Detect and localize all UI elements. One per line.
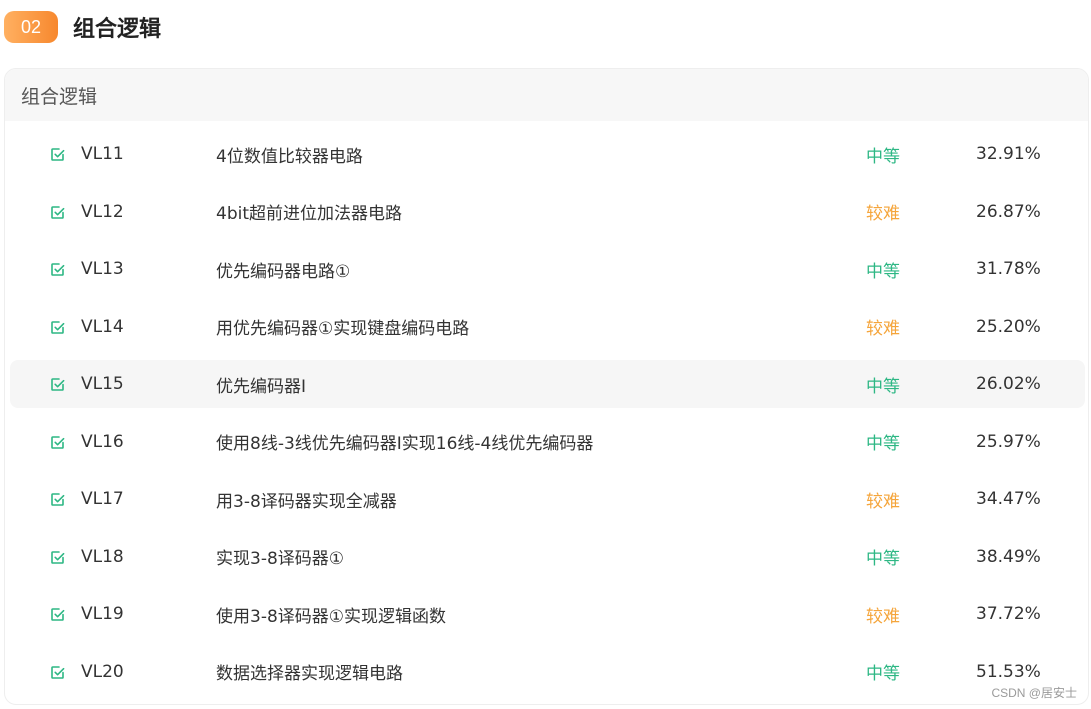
pass-rate: 34.47% xyxy=(976,489,1041,509)
problem-row[interactable]: VL17 用3-8译码器实现全减器 较难 34.47% xyxy=(10,475,1085,523)
problem-code: VL12 xyxy=(81,201,124,222)
page: 02 组合逻辑 组合逻辑 VL11 4位数值比较器电路 中等 32.91% VL… xyxy=(0,0,1091,709)
checked-icon xyxy=(50,360,70,408)
difficulty-label: 中等 xyxy=(866,376,900,397)
checked-icon xyxy=(50,590,70,638)
problem-code: VL20 xyxy=(81,661,124,682)
checked-icon xyxy=(50,533,70,581)
difficulty-label: 中等 xyxy=(866,146,900,167)
watermark: CSDN @居安士 xyxy=(991,686,1077,700)
problem-title-link[interactable]: 实现3-8译码器① xyxy=(216,533,344,581)
problem-code: VL19 xyxy=(81,604,124,624)
problem-row[interactable]: VL19 使用3-8译码器①实现逻辑函数 较难 37.72% xyxy=(10,590,1085,638)
problem-code: VL15 xyxy=(81,374,124,394)
problem-title-link[interactable]: 4bit超前进位加法器电路 xyxy=(216,188,402,236)
checked-icon xyxy=(50,648,70,696)
pass-rate: 25.20% xyxy=(976,316,1041,337)
difficulty-label: 较难 xyxy=(866,204,900,224)
pass-rate: 26.02% xyxy=(976,374,1041,394)
problem-title-link[interactable]: 使用8线-3线优先编码器Ⅰ实现16线-4线优先编码器 xyxy=(216,418,593,466)
problem-row[interactable]: VL16 使用8线-3线优先编码器Ⅰ实现16线-4线优先编码器 中等 25.97… xyxy=(10,418,1085,466)
section-title: 组合逻辑 xyxy=(73,17,162,42)
difficulty-label: 中等 xyxy=(866,434,900,454)
problem-title-link[interactable]: 4位数值比较器电路 xyxy=(216,130,363,178)
problem-title-link[interactable]: 用优先编码器①实现键盘编码电路 xyxy=(216,303,469,351)
problem-row[interactable]: VL12 4bit超前进位加法器电路 较难 26.87% xyxy=(10,188,1085,236)
pass-rate: 25.97% xyxy=(976,431,1041,452)
pass-rate: 37.72% xyxy=(976,604,1041,624)
difficulty-label: 中等 xyxy=(866,549,900,569)
problem-row[interactable]: VL14 用优先编码器①实现键盘编码电路 较难 25.20% xyxy=(10,303,1085,351)
problem-row[interactable]: VL11 4位数值比较器电路 中等 32.91% xyxy=(10,130,1085,178)
problem-code: VL13 xyxy=(81,259,124,279)
checked-icon xyxy=(50,475,70,523)
problem-title-link[interactable]: 使用3-8译码器①实现逻辑函数 xyxy=(216,590,446,638)
pass-rate: 32.91% xyxy=(976,144,1041,164)
problem-code: VL16 xyxy=(81,431,124,452)
section-number-badge: 02 xyxy=(4,11,58,43)
problem-title-link[interactable]: 优先编码器Ⅰ xyxy=(216,360,306,408)
difficulty-label: 较难 xyxy=(866,319,900,339)
difficulty-label: 中等 xyxy=(866,261,900,282)
problem-code: VL14 xyxy=(81,316,124,337)
problem-row[interactable]: VL15 优先编码器Ⅰ 中等 26.02% xyxy=(10,360,1085,408)
difficulty-label: 较难 xyxy=(866,606,900,627)
checked-icon xyxy=(50,188,70,236)
pass-rate: 38.49% xyxy=(976,546,1041,567)
problem-title-link[interactable]: 优先编码器电路① xyxy=(216,245,350,293)
problem-title-link[interactable]: 用3-8译码器实现全减器 xyxy=(216,475,397,523)
pass-rate: 31.78% xyxy=(976,259,1041,279)
problem-code: VL18 xyxy=(81,546,124,567)
problem-row[interactable]: VL20 数据选择器实现逻辑电路 中等 51.53% xyxy=(10,648,1085,696)
problem-list-card: 组合逻辑 VL11 4位数值比较器电路 中等 32.91% VL12 4bit超… xyxy=(4,68,1089,705)
checked-icon xyxy=(50,130,70,178)
problem-title-link[interactable]: 数据选择器实现逻辑电路 xyxy=(216,648,403,696)
card-header: 组合逻辑 xyxy=(5,69,1088,121)
problem-row[interactable]: VL18 实现3-8译码器① 中等 38.49% xyxy=(10,533,1085,581)
pass-rate: 26.87% xyxy=(976,201,1041,222)
checked-icon xyxy=(50,418,70,466)
difficulty-label: 较难 xyxy=(866,491,900,512)
section-header: 02 组合逻辑 xyxy=(4,10,161,44)
problem-code: VL17 xyxy=(81,489,124,509)
problem-code: VL11 xyxy=(81,144,124,164)
checked-icon xyxy=(50,303,70,351)
difficulty-label: 中等 xyxy=(866,664,900,684)
problem-row[interactable]: VL13 优先编码器电路① 中等 31.78% xyxy=(10,245,1085,293)
checked-icon xyxy=(50,245,70,293)
